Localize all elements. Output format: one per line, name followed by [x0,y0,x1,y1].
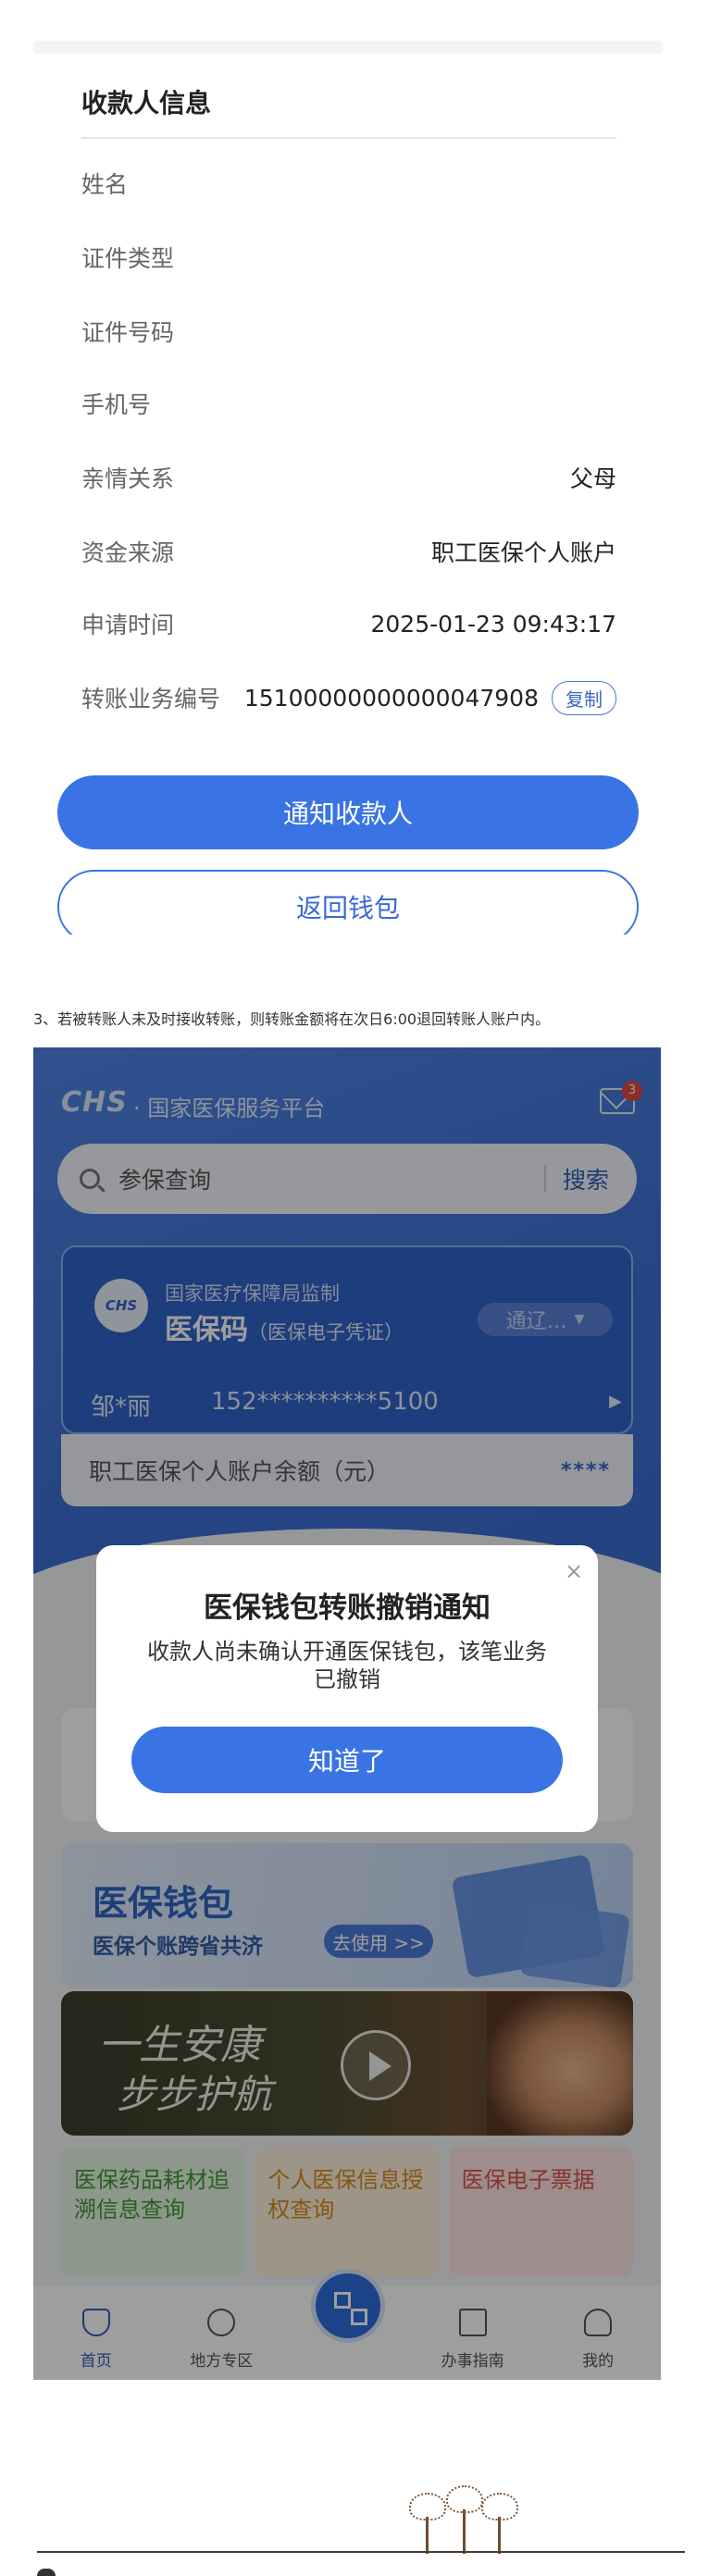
info-row-apply-time: 申请时间 2025-01-23 09:43:17 [81,603,616,644]
info-value: 职工医保个人账户 [430,539,616,566]
cancel-notice-dialog: × 医保钱包转账撤销通知 收款人尚未确认开通医保钱包，该笔业务已撤销 知道了 [96,1545,598,1832]
tree-trunk [498,2517,501,2554]
section-title: 收款人信息 [81,88,212,118]
back-wallet-button-clip: 返回钱包 [57,870,639,935]
refund-note: 3、若被转账人未及时接收转账，则转账金额将在次日6:00退回转账人账户内。 [33,1010,551,1028]
info-label: 转账业务编号 [81,686,221,712]
tree-crown [409,2493,446,2520]
got-it-button[interactable]: 知道了 [131,1727,563,1793]
info-value: 父母 [569,465,616,492]
info-label: 手机号 [81,391,152,418]
info-label: 申请时间 [81,612,175,638]
dialog-title: 医保钱包转账撤销通知 [204,1591,491,1625]
info-row-id-number: 证件号码 [81,311,616,352]
tree-crown [446,2485,483,2513]
top-divider-strip [33,41,663,54]
info-row-id-type: 证件类型 [81,237,616,278]
info-value-wrap: 15100000000000047908 复制 [243,680,616,715]
tree-trunk [463,2509,466,2554]
info-value: 2025-01-23 09:43:17 [370,610,616,638]
title-divider [81,137,616,139]
info-row-fund-source: 资金来源 职工医保个人账户 [81,531,616,572]
tree-trunk [426,2517,429,2554]
info-row-transfer-id: 转账业务编号 15100000000000047908 复制 [81,677,616,718]
info-label: 证件类型 [81,245,175,272]
info-row-relation: 亲情关系 父母 [81,457,616,498]
info-label: 资金来源 [81,539,175,566]
info-label: 姓名 [81,171,129,198]
avatar [37,2569,56,2576]
copy-button[interactable]: 复制 [552,680,616,715]
transfer-id-value: 15100000000000047908 [243,684,539,712]
tree-crown [481,2493,518,2520]
info-label: 亲情关系 [81,465,175,492]
info-row-name: 姓名 [81,163,616,204]
app-screenshot: CHS · 国家医保服务平台 3 参保查询 搜索 CHS 国家医疗保障局监制 医… [33,1047,661,2380]
ground-line [37,2551,685,2553]
info-label: 证件号码 [81,319,175,346]
tree-illustration [398,2480,528,2554]
back-to-wallet-button[interactable]: 返回钱包 [57,870,639,935]
dialog-message: 收款人尚未确认开通医保钱包，该笔业务已撤销 [147,1639,547,1692]
notify-payee-button[interactable]: 通知收款人 [57,775,639,849]
info-row-phone: 手机号 [81,383,616,424]
close-icon[interactable]: × [565,1558,583,1584]
